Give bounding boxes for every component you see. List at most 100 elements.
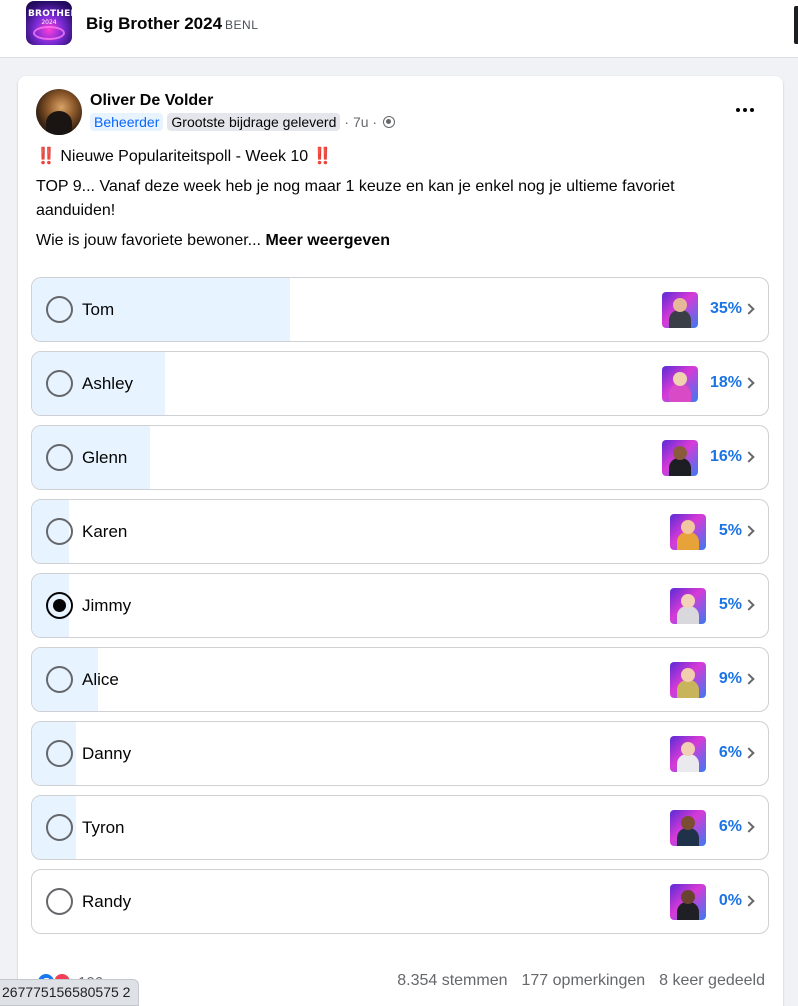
poll-option-label: Tom [82, 300, 115, 319]
poll: Tom 35% Ashley 18% Glenn 16% Karen 5% Jimmy 5% Ali… [31, 277, 769, 943]
poll-option-photo [662, 292, 698, 328]
chevron-right-icon[interactable] [743, 303, 755, 315]
post-title: Nieuwe Populariteitspoll - Week 10 [60, 148, 309, 165]
poll-option-label: Randy [82, 892, 132, 911]
poll-option-percentage[interactable]: 9% [719, 670, 742, 688]
poll-option-label: Glenn [82, 448, 128, 467]
person-body-icon [677, 606, 699, 624]
person-head-icon [673, 372, 687, 386]
poll-option-percentage[interactable]: 5% [719, 522, 742, 540]
vote-count[interactable]: 8.354 stemmen [397, 972, 507, 990]
poll-option-radio[interactable] [46, 592, 73, 619]
poll-option-photo [662, 440, 698, 476]
post-body: TOP 9... Vanaf deze week heb je nog maar… [36, 178, 675, 219]
chevron-right-icon[interactable] [743, 821, 755, 833]
person-body-icon [677, 902, 699, 920]
post-time[interactable]: · 7u · [344, 114, 377, 130]
poll-option[interactable]: Randy 0% [31, 869, 769, 934]
post-meta: Beheerder Grootste bijdrage geleverd · 7… [90, 113, 396, 131]
poll-option-label: Karen [82, 522, 128, 541]
poll-option[interactable]: Jimmy 5% [31, 573, 769, 638]
poll-option-photo [670, 662, 706, 698]
contributor-badge[interactable]: Grootste bijdrage geleverd [167, 113, 341, 131]
poll-option-radio[interactable] [46, 740, 73, 767]
poll-option-percentage[interactable]: 0% [719, 892, 742, 910]
person-head-icon [673, 298, 687, 312]
poll-option-percentage[interactable]: 16% [710, 448, 742, 466]
comment-count[interactable]: 177 opmerkingen [522, 972, 646, 990]
chevron-right-icon[interactable] [743, 673, 755, 685]
poll-option[interactable]: Alice 9% [31, 647, 769, 712]
person-head-icon [681, 594, 695, 608]
person-body-icon [677, 754, 699, 772]
poll-option-radio[interactable] [46, 888, 73, 915]
person-body-icon [669, 310, 691, 328]
person-body-icon [669, 458, 691, 476]
group-name[interactable]: Big Brother 2024 [86, 14, 222, 33]
chevron-right-icon[interactable] [743, 747, 755, 759]
group-thumbnail-text: BROTHER [28, 9, 72, 19]
dot-icon [736, 108, 740, 112]
chevron-right-icon[interactable] [743, 599, 755, 611]
double-exclamation-icon: ‼️ [36, 148, 56, 165]
person-head-icon [681, 742, 695, 756]
poll-option-label: Jimmy [82, 596, 132, 615]
poll-option-percentage[interactable]: 35% [710, 300, 742, 318]
poll-option-percentage[interactable]: 5% [719, 596, 742, 614]
poll-option-percentage[interactable]: 18% [710, 374, 742, 392]
poll-option[interactable]: Danny 6% [31, 721, 769, 786]
person-body-icon [677, 532, 699, 550]
chevron-right-icon[interactable] [743, 451, 755, 463]
poll-option-radio[interactable] [46, 666, 73, 693]
admin-badge[interactable]: Beheerder [90, 113, 164, 131]
post-stats: 8.354 stemmen 177 opmerkingen 8 keer ged… [397, 972, 765, 990]
author-name[interactable]: Oliver De Volder [90, 92, 213, 110]
poll-option-label: Tyron [82, 818, 125, 837]
group-thumbnail-year: 2024 [41, 19, 57, 26]
chevron-right-icon[interactable] [743, 525, 755, 537]
poll-option[interactable]: Tyron 6% [31, 795, 769, 860]
poll-option-label: Ashley [82, 374, 134, 393]
globe-icon [383, 116, 396, 128]
poll-option[interactable]: Glenn 16% [31, 425, 769, 490]
post-card: Oliver De Volder Beheerder Grootste bijd… [18, 76, 783, 1006]
group-language-tag: BENL [225, 18, 259, 32]
poll-option[interactable]: Tom 35% [31, 277, 769, 342]
dot-icon [743, 108, 747, 112]
share-count[interactable]: 8 keer gedeeld [659, 972, 765, 990]
poll-option-label: Alice [82, 670, 119, 689]
author-avatar[interactable] [36, 89, 82, 135]
person-head-icon [681, 890, 695, 904]
poll-option-radio[interactable] [46, 296, 73, 323]
group-title[interactable]: Big Brother 2024 BENL [86, 14, 258, 34]
dot-icon [750, 108, 754, 112]
post-text: ‼️ Nieuwe Populariteitspoll - Week 10 ‼️… [36, 145, 756, 259]
poll-option-photo [670, 514, 706, 550]
double-exclamation-icon: ‼️ [312, 148, 333, 165]
see-more-link[interactable]: Meer weergeven [265, 232, 390, 249]
post-question-line: Wie is jouw favoriete bewoner... Meer we… [36, 229, 756, 253]
person-body-icon [669, 384, 691, 402]
poll-option[interactable]: Karen 5% [31, 499, 769, 564]
poll-option-photo [670, 736, 706, 772]
poll-option-radio[interactable] [46, 814, 73, 841]
poll-option-percentage[interactable]: 6% [719, 818, 742, 836]
poll-option-photo [670, 810, 706, 846]
poll-option-percentage[interactable]: 6% [719, 744, 742, 762]
person-head-icon [681, 520, 695, 534]
person-body-icon [677, 828, 699, 846]
post-question: Wie is jouw favoriete bewoner... [36, 232, 261, 249]
chevron-right-icon[interactable] [743, 895, 755, 907]
chevron-right-icon[interactable] [743, 377, 755, 389]
poll-option-radio[interactable] [46, 444, 73, 471]
poll-option-radio[interactable] [46, 518, 73, 545]
poll-option-radio[interactable] [46, 370, 73, 397]
person-head-icon [681, 816, 695, 830]
more-options-button[interactable] [733, 98, 757, 122]
poll-option-photo [662, 366, 698, 402]
group-thumbnail[interactable]: BROTHER 2024 [26, 1, 72, 45]
person-head-icon [681, 668, 695, 682]
poll-option-photo [670, 884, 706, 920]
poll-option[interactable]: Ashley 18% [31, 351, 769, 416]
logo-ring-icon [33, 26, 65, 40]
